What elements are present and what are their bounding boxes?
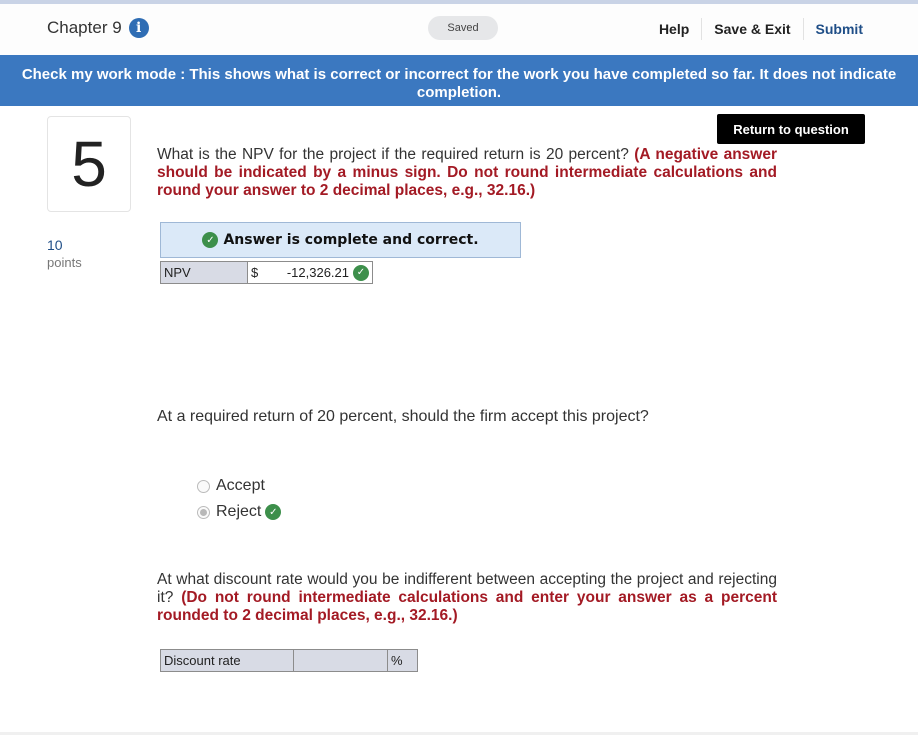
points-info: 10 points bbox=[47, 237, 82, 270]
check-icon: ✓ bbox=[353, 264, 369, 281]
table-row: NPV $ -12,326.21 ✓ bbox=[160, 261, 373, 284]
discount-rate-label: Discount rate bbox=[160, 649, 294, 672]
option-accept[interactable]: Accept bbox=[197, 477, 265, 495]
discount-rate-cell bbox=[293, 649, 388, 672]
discount-rate-input[interactable] bbox=[294, 650, 387, 671]
chapter-title: Chapter 9 i bbox=[47, 18, 149, 38]
points-value: 10 bbox=[47, 237, 63, 253]
check-icon: ✓ bbox=[202, 232, 219, 248]
npv-value: -12,326.21 bbox=[286, 265, 349, 280]
answer-status-banner: ✓ Answer is complete and correct. bbox=[160, 222, 521, 258]
npv-label: NPV bbox=[160, 261, 248, 284]
check-icon: ✓ bbox=[265, 504, 282, 520]
info-icon[interactable]: i bbox=[128, 18, 149, 38]
reject-radio[interactable] bbox=[197, 505, 210, 519]
points-label: points bbox=[47, 255, 82, 270]
percent-unit: % bbox=[387, 649, 418, 672]
accept-question-text: At a required return of 20 percent, shou… bbox=[157, 408, 649, 425]
discount-rate-question-text: At what discount rate would you be indif… bbox=[157, 571, 777, 625]
return-to-question-button[interactable]: Return to question bbox=[717, 114, 865, 144]
option-reject[interactable]: Reject ✓ bbox=[197, 503, 286, 521]
chapter-title-text: Chapter 9 bbox=[47, 18, 122, 37]
table-row: Discount rate % bbox=[160, 649, 418, 672]
currency-symbol: $ bbox=[251, 265, 259, 280]
npv-question-prompt: What is the NPV for the project if the r… bbox=[157, 146, 629, 163]
question-number: 5 bbox=[47, 116, 131, 212]
header-bar: Chapter 9 i Saved Help Save & Exit Submi… bbox=[0, 4, 918, 56]
accept-label: Accept bbox=[216, 477, 265, 494]
accept-radio[interactable] bbox=[197, 479, 210, 493]
answer-status-text: Answer is complete and correct. bbox=[223, 232, 479, 248]
discount-rate-table: Discount rate % bbox=[160, 649, 418, 672]
save-exit-link[interactable]: Save & Exit bbox=[702, 21, 802, 37]
discount-rate-instruction: (Do not round intermediate calculations … bbox=[157, 589, 777, 624]
help-link[interactable]: Help bbox=[647, 21, 701, 37]
header-nav: Help Save & Exit Submit bbox=[647, 18, 863, 40]
npv-answer-table: NPV $ -12,326.21 ✓ bbox=[160, 261, 373, 284]
saved-status-badge: Saved bbox=[428, 16, 498, 40]
npv-answer-cell[interactable]: $ -12,326.21 ✓ bbox=[247, 261, 373, 284]
npv-question-text: What is the NPV for the project if the r… bbox=[157, 146, 777, 200]
check-my-work-banner: Check my work mode : This shows what is … bbox=[0, 55, 918, 106]
submit-link[interactable]: Submit bbox=[804, 21, 863, 37]
reject-label: Reject bbox=[216, 503, 262, 520]
